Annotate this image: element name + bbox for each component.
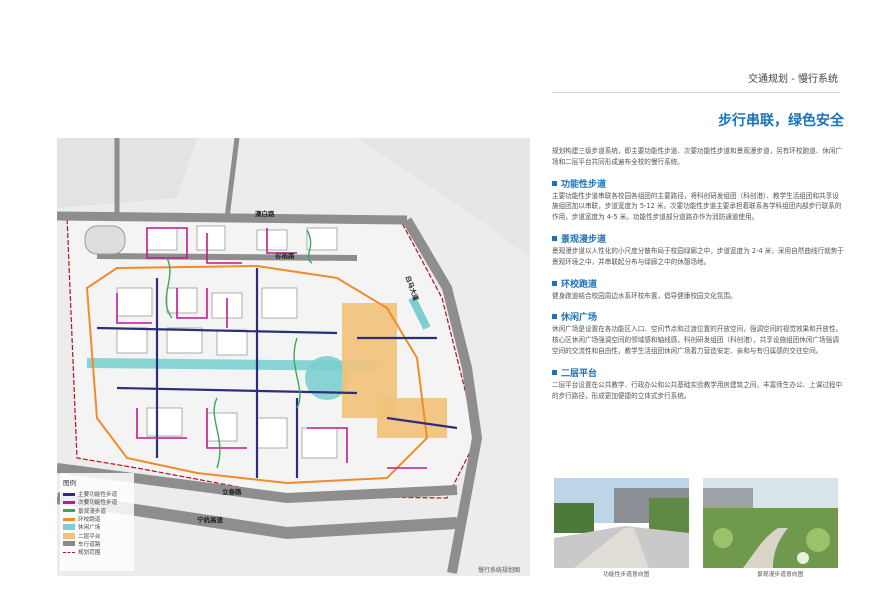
functional-path-photo bbox=[554, 478, 689, 568]
bullet-square-icon bbox=[552, 235, 557, 241]
section-title: 功能性步道 bbox=[552, 177, 844, 190]
legend-swatch bbox=[63, 551, 75, 553]
legend-label: 车行道路 bbox=[78, 541, 101, 548]
section-title: 二层平台 bbox=[552, 366, 844, 379]
section-body: 二层平台设置在公共教学、行政办公和公共基础实验教学用房建筑之间，丰富师生办公、上… bbox=[552, 380, 843, 400]
legend-item: 二层平台 bbox=[60, 531, 134, 540]
map-caption: 慢行系统规划图 bbox=[478, 567, 521, 574]
legend-label: 休闲广场 bbox=[78, 525, 101, 532]
legend-label: 二层平台 bbox=[78, 533, 101, 540]
section-title-text: 景观漫步道 bbox=[561, 234, 607, 245]
bullet-square-icon bbox=[552, 369, 557, 375]
section-title-text: 休闲广场 bbox=[561, 313, 598, 324]
section-title: 休闲广场 bbox=[552, 310, 844, 323]
section-body: 景观漫步道以人性化的小尺度分散布局于校园绿廊之中，步道宽度为 2-4 米，采用自… bbox=[552, 246, 844, 266]
legend-item: 主要功能性步道 bbox=[60, 490, 134, 498]
bullet-square-icon bbox=[552, 314, 557, 320]
bullet-square-icon bbox=[552, 180, 557, 186]
section-title-text: 功能性步道 bbox=[561, 179, 607, 190]
road-label-north: 溧白路 bbox=[255, 210, 275, 218]
legend-label: 规划范围 bbox=[78, 550, 101, 557]
legend-item: 环校跑道 bbox=[60, 515, 134, 523]
photo-caption: 功能性步道意向图 bbox=[603, 572, 650, 578]
intro-paragraph: 规划构建三级步道系统，即主要功能性步道、次要功能性步道和景观漫步道，另有环校跑道… bbox=[552, 147, 843, 166]
legend-swatch bbox=[63, 524, 75, 531]
header-title: 交通规划 - 慢行系统 bbox=[748, 74, 838, 85]
section-functional-paths: 功能性步道 主要功能性步道串联各校园各组团的主要路径，将科创研发组团（科创港）、… bbox=[552, 177, 844, 223]
section-title-text: 环校跑道 bbox=[561, 279, 598, 290]
legend-label: 环校跑道 bbox=[78, 517, 101, 524]
section-title: 环校跑道 bbox=[552, 277, 844, 290]
bullet-square-icon bbox=[552, 280, 557, 286]
legend-swatch bbox=[63, 500, 75, 504]
section-leisure-plaza: 休闲广场 休闲广场是设置在各功能区入口、空间节点和过渡位置的开放空间，强调空间的… bbox=[552, 310, 844, 356]
main-heading: 步行串联，绿色安全 bbox=[718, 113, 844, 129]
road-label-south1: 立春路 bbox=[222, 488, 242, 496]
section-second-platform: 二层平台 二层平台设置在公共教学、行政办公和公共基础实验教学用房建筑之间，丰富师… bbox=[552, 366, 844, 402]
section-body: 健身跑道结合校园周边水系环校布置，倡导健康校园文化氛围。 bbox=[552, 291, 737, 300]
photo-caption: 景观漫步道意向图 bbox=[757, 572, 804, 578]
section-body: 主要功能性步道串联各校园各组团的主要路径，将科创研发组团（科创港）、教学生活组团… bbox=[552, 191, 842, 222]
road-label-south2: 宁杭高速 bbox=[197, 516, 223, 524]
legend-item: 次要功能性步道 bbox=[60, 498, 134, 506]
section-title: 景观漫步道 bbox=[552, 232, 844, 245]
legend-swatch bbox=[63, 509, 75, 513]
legend-swatch bbox=[63, 532, 75, 539]
legend-item: 车行道路 bbox=[60, 540, 134, 548]
legend-item: 规划范围 bbox=[60, 548, 134, 556]
section-title-text: 二层平台 bbox=[561, 368, 598, 379]
section-running-track: 环校跑道 健身跑道结合校园周边水系环校布置，倡导健康校园文化氛围。 bbox=[552, 277, 844, 302]
legend-item: 休闲广场 bbox=[60, 523, 134, 531]
section-body: 休闲广场是设置在各功能区入口、空间节点和过渡位置的开放空间，强调空间的视觉效果和… bbox=[552, 325, 843, 355]
header-divider bbox=[552, 92, 840, 93]
content-column: 步行串联，绿色安全 规划构建三级步道系统，即主要功能性步道、次要功能性步道和景观… bbox=[552, 110, 844, 401]
legend-label: 次要功能性步道 bbox=[78, 500, 118, 507]
landscape-path-photo bbox=[703, 478, 838, 568]
legend-swatch bbox=[63, 492, 75, 496]
legend-label: 景观漫步道 bbox=[78, 508, 106, 515]
map-legend: 图例 主要功能性步道 次要功能性步道 景观漫步道 环校跑道 休闲广场 二层平台 … bbox=[60, 473, 134, 571]
legend-item: 景观漫步道 bbox=[60, 507, 134, 515]
legend-swatch bbox=[63, 541, 75, 547]
road-label-middle: 谷雨路 bbox=[275, 252, 295, 260]
legend-title: 图例 bbox=[63, 479, 76, 487]
legend-label: 主要功能性步道 bbox=[78, 492, 118, 499]
legend-swatch bbox=[63, 517, 75, 521]
section-landscape-paths: 景观漫步道 景观漫步道以人性化的小尺度分散布局于校园绿廊之中，步道宽度为 2-4… bbox=[552, 232, 844, 268]
